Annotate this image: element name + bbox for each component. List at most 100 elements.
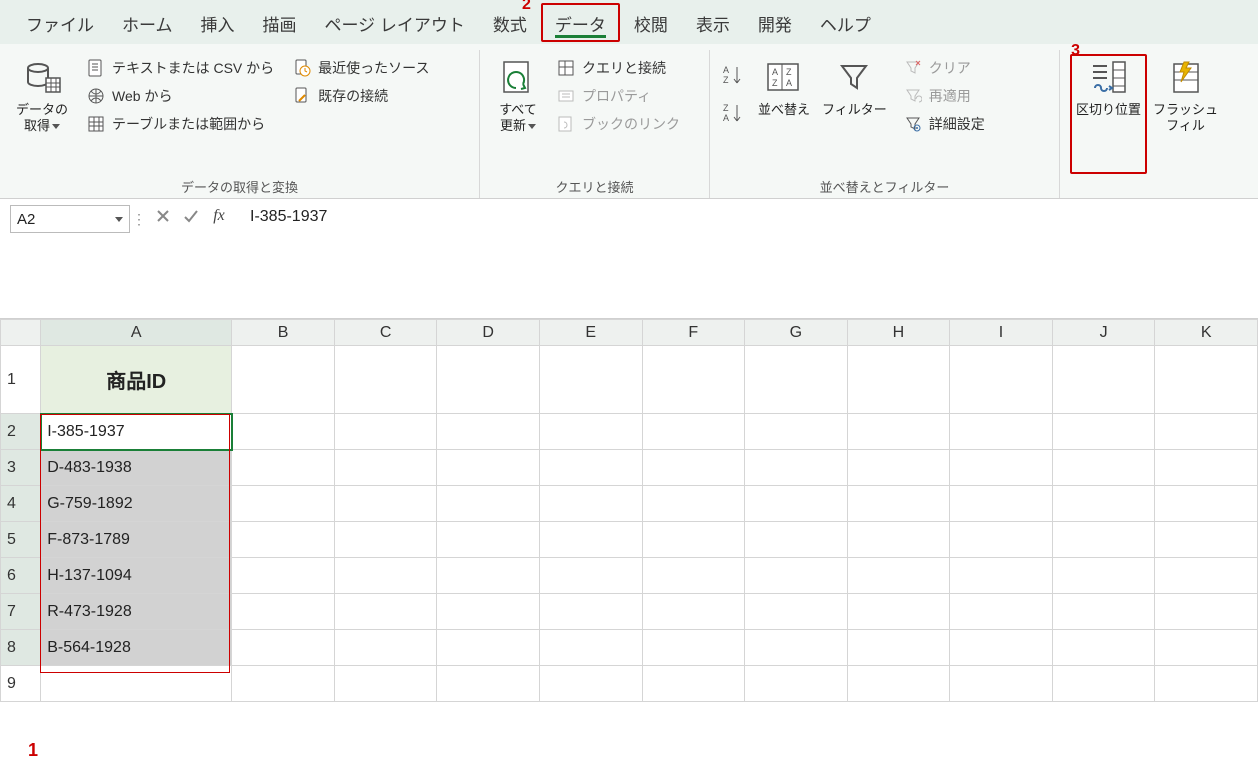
cell[interactable]: 商品ID [41,346,232,414]
cell[interactable] [437,486,540,522]
cell[interactable] [437,666,540,702]
column-header[interactable]: G [745,320,848,346]
cell[interactable] [1052,558,1155,594]
row-header[interactable]: 2 [1,414,41,450]
cell[interactable] [1155,346,1258,414]
column-header[interactable]: J [1052,320,1155,346]
from-text-csv-button[interactable]: テキストまたは CSV から [80,54,280,82]
tab-developer[interactable]: 開発 [744,3,806,42]
cell[interactable]: D-483-1938 [41,450,232,486]
cell[interactable] [642,346,745,414]
cell[interactable] [334,414,437,450]
sort-button[interactable]: AZZA 並べ替え [752,54,816,120]
cell[interactable] [232,594,335,630]
cell[interactable] [1052,594,1155,630]
cell[interactable] [539,450,642,486]
cell[interactable] [745,522,848,558]
from-web-button[interactable]: Web から [80,82,280,110]
cell[interactable] [539,666,642,702]
row-header[interactable]: 5 [1,522,41,558]
cell[interactable] [642,522,745,558]
cell[interactable] [1052,346,1155,414]
recent-sources-button[interactable]: 最近使ったソース [286,54,435,82]
cell[interactable] [745,486,848,522]
column-header[interactable]: H [847,320,950,346]
cell[interactable] [642,450,745,486]
cell[interactable] [539,594,642,630]
queries-connections-button[interactable]: クエリと接続 [550,54,686,82]
cell[interactable] [539,558,642,594]
cell[interactable] [539,630,642,666]
cell[interactable] [437,594,540,630]
cell[interactable] [847,486,950,522]
flash-fill-button[interactable]: フラッシュ フィル [1147,54,1224,137]
cell[interactable] [334,346,437,414]
cell[interactable] [1052,630,1155,666]
cell[interactable] [847,450,950,486]
formula-input[interactable]: I-385-1937 [244,205,1248,305]
cell[interactable] [437,346,540,414]
existing-connections-button[interactable]: 既存の接続 [286,82,435,110]
book-links-button[interactable]: ブックのリンク [550,110,686,138]
cell[interactable] [745,450,848,486]
cell[interactable] [334,594,437,630]
cell[interactable] [1155,594,1258,630]
cell[interactable] [1155,414,1258,450]
cancel-formula-button[interactable] [152,205,174,227]
sort-desc-icon[interactable]: ZA [720,100,748,128]
row-header[interactable]: 8 [1,630,41,666]
cell[interactable] [642,594,745,630]
cell[interactable]: G-759-1892 [41,486,232,522]
insert-function-button[interactable]: fx [208,205,230,227]
clear-filter-button[interactable]: クリア [897,54,991,82]
cell[interactable] [1155,630,1258,666]
name-box[interactable]: A2 [10,205,130,233]
cell[interactable] [539,486,642,522]
cell[interactable] [334,630,437,666]
cell[interactable] [1052,486,1155,522]
cell[interactable] [642,414,745,450]
cell[interactable] [437,630,540,666]
cell[interactable] [847,558,950,594]
cell[interactable] [232,666,335,702]
cell[interactable] [642,558,745,594]
cell[interactable] [334,558,437,594]
tab-insert[interactable]: 挿入 [187,3,249,42]
reapply-button[interactable]: 再適用 [897,82,991,110]
cell[interactable] [745,594,848,630]
cell[interactable] [1155,450,1258,486]
cell[interactable] [334,522,437,558]
column-header[interactable]: D [437,320,540,346]
cell[interactable] [437,450,540,486]
tab-home[interactable]: ホーム [108,3,187,42]
cell[interactable] [437,414,540,450]
cell[interactable]: R-473-1928 [41,594,232,630]
cell[interactable] [950,486,1053,522]
column-header[interactable]: A [41,320,232,346]
row-header[interactable]: 3 [1,450,41,486]
cell[interactable] [41,666,232,702]
cell[interactable] [232,346,335,414]
cell[interactable]: F-873-1789 [41,522,232,558]
column-header[interactable]: K [1155,320,1258,346]
column-header[interactable]: I [950,320,1053,346]
cell[interactable]: B-564-1928 [41,630,232,666]
tab-view[interactable]: 表示 [682,3,744,42]
column-header[interactable]: F [642,320,745,346]
tab-draw[interactable]: 描画 [249,3,311,42]
advanced-filter-button[interactable]: 詳細設定 [897,110,991,138]
cell[interactable] [950,594,1053,630]
cell[interactable] [950,630,1053,666]
cell[interactable] [1155,522,1258,558]
tab-file[interactable]: ファイル [12,3,108,42]
enter-formula-button[interactable] [180,205,202,227]
cell[interactable] [539,414,642,450]
cell[interactable] [950,558,1053,594]
cell[interactable] [232,522,335,558]
row-header[interactable]: 1 [1,346,41,414]
properties-button[interactable]: プロパティ [550,82,686,110]
filter-button[interactable]: フィルター [816,54,893,120]
select-all-corner[interactable] [1,320,41,346]
cell[interactable] [334,666,437,702]
cell[interactable] [232,558,335,594]
